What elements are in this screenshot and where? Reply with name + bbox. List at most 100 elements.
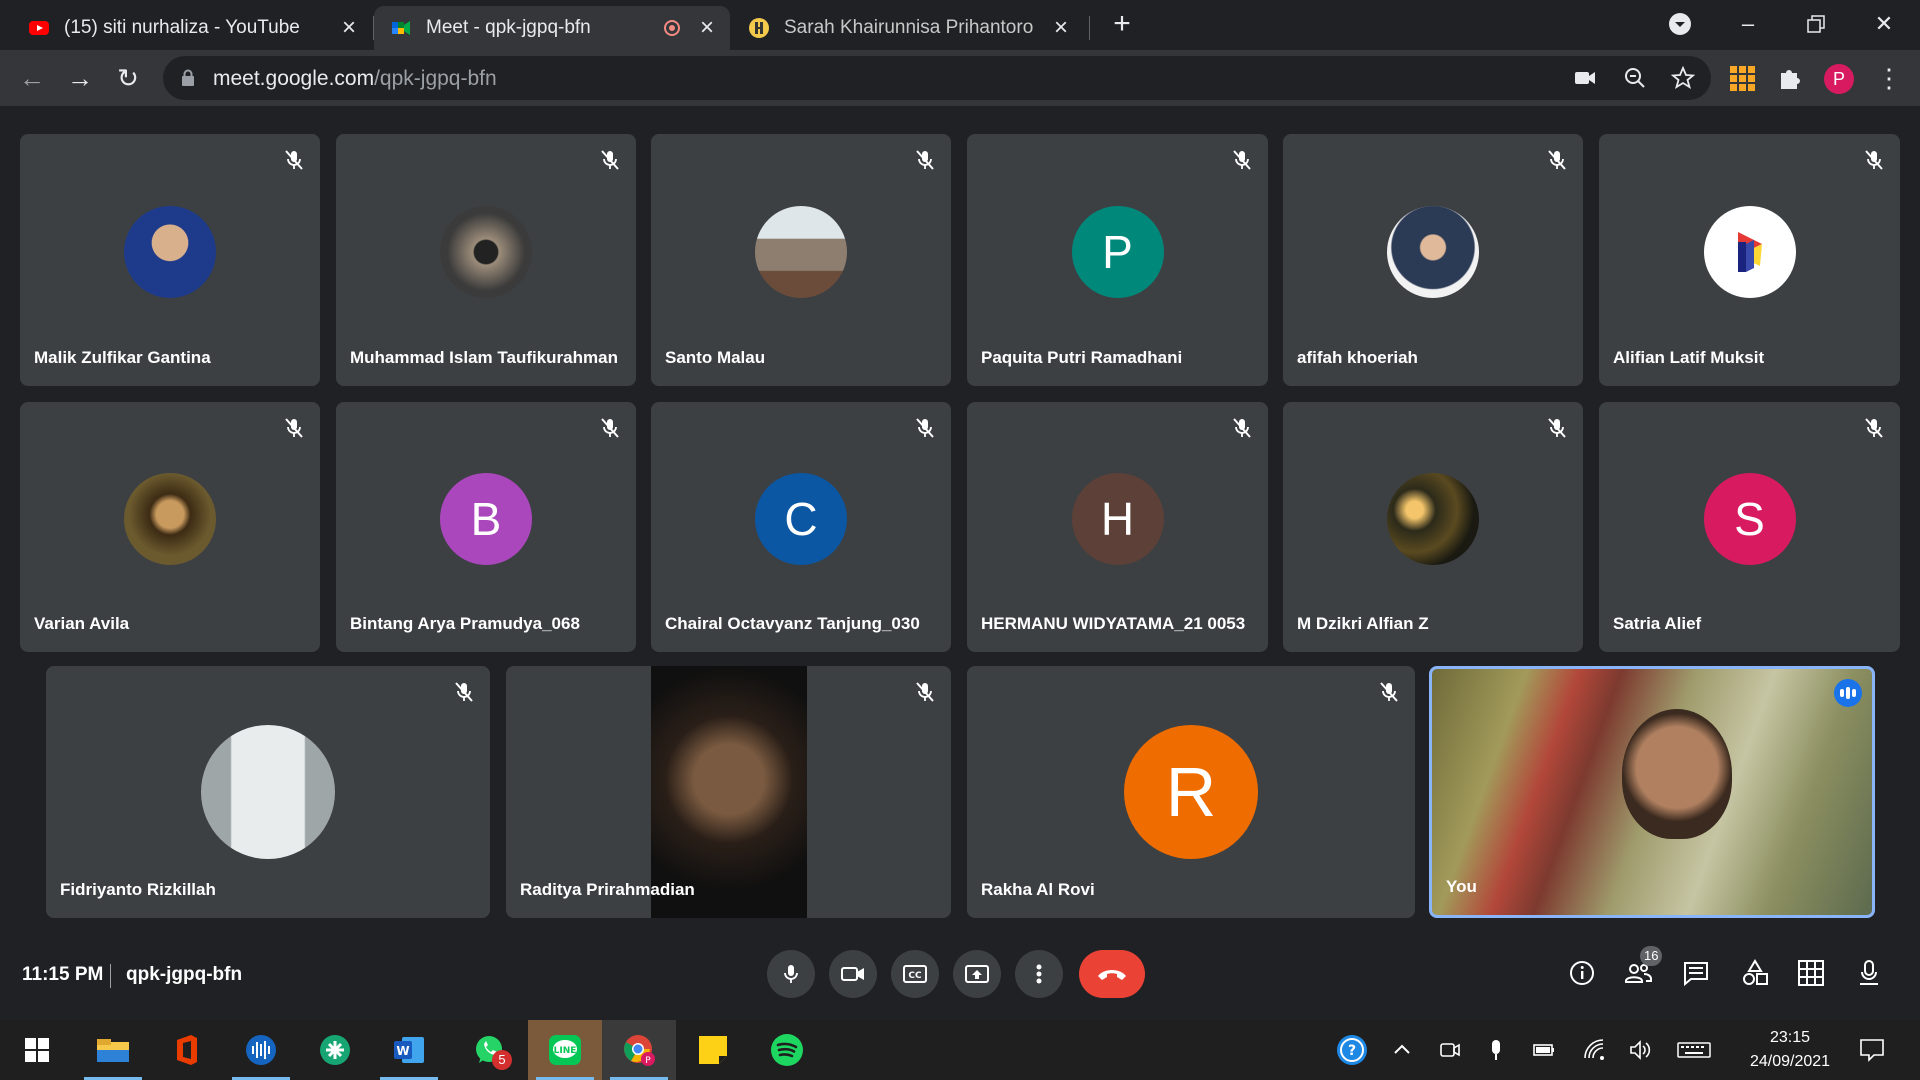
wifi-icon[interactable] bbox=[1582, 1038, 1606, 1062]
show-hidden-icons-chevron-icon[interactable] bbox=[1390, 1038, 1414, 1062]
file-explorer-icon bbox=[97, 1039, 129, 1062]
activities-icon[interactable] bbox=[1740, 958, 1770, 988]
participant-tile[interactable]: Varian Avila bbox=[20, 402, 320, 652]
url-host: meet.google.com bbox=[213, 67, 375, 90]
svg-text:CC: CC bbox=[908, 971, 922, 981]
participant-name: Rakha Al Rovi bbox=[981, 880, 1095, 899]
participant-name: Santo Malau bbox=[665, 348, 766, 367]
clock-time: 23:15 bbox=[1769, 1029, 1811, 1046]
restore-icon bbox=[1807, 15, 1825, 33]
camera-button[interactable] bbox=[829, 950, 877, 998]
tab-sarah[interactable]: Sarah Khairunnisa Prihantoro - Pi × bbox=[732, 6, 1084, 50]
participant-tile[interactable]: H HERMANU WIDYATAMA_21 0053 bbox=[967, 402, 1268, 652]
system-clock[interactable]: 23:15 24/09/2021 bbox=[1740, 1026, 1840, 1074]
mic-off-icon bbox=[455, 682, 473, 702]
word-icon: W bbox=[394, 1037, 424, 1063]
zoom-icon[interactable] bbox=[1623, 66, 1647, 90]
participant-count-badge: 16 bbox=[1640, 946, 1663, 966]
apps-grid-icon[interactable] bbox=[1728, 64, 1756, 92]
line-icon: LINE bbox=[549, 1035, 581, 1065]
back-button[interactable]: ← bbox=[16, 62, 48, 94]
participant-tile[interactable]: M Dzikri Alfian Z bbox=[1283, 402, 1583, 652]
recording-icon bbox=[664, 20, 680, 36]
participant-tile[interactable]: S Satria Alief bbox=[1599, 402, 1900, 652]
participant-tile[interactable]: Muhammad Islam Taufikurahman bbox=[336, 134, 636, 386]
participant-tile[interactable]: C Chairal Octavyanz Tanjung_030 bbox=[651, 402, 951, 652]
present-screen-button[interactable] bbox=[953, 950, 1001, 998]
more-vert-icon bbox=[1036, 964, 1042, 984]
whatsapp-unread-badge: 5 bbox=[492, 1050, 512, 1070]
participant-tile[interactable]: R Rakha Al Rovi bbox=[967, 666, 1415, 918]
microphone-button[interactable] bbox=[767, 950, 815, 998]
taskbar-office[interactable] bbox=[150, 1020, 224, 1080]
minimize-button[interactable]: – bbox=[1728, 6, 1768, 42]
green-app-icon bbox=[320, 1035, 350, 1065]
mic-off-icon bbox=[916, 682, 934, 702]
taskbar-sticky-notes[interactable] bbox=[676, 1020, 750, 1080]
extensions-puzzle-icon[interactable] bbox=[1776, 64, 1804, 92]
battery-icon[interactable] bbox=[1532, 1038, 1556, 1062]
meeting-info-icon[interactable] bbox=[1567, 958, 1597, 988]
new-tab-button[interactable]: + bbox=[1108, 9, 1136, 39]
taskbar-spotify[interactable] bbox=[750, 1020, 824, 1080]
close-tab-icon[interactable]: × bbox=[1050, 16, 1072, 40]
end-call-icon bbox=[1098, 970, 1126, 980]
address-bar[interactable]: meet.google.com/qpk-jgpq-bfn bbox=[163, 56, 1711, 100]
participant-avatar: H bbox=[1071, 473, 1164, 565]
restore-button[interactable] bbox=[1796, 6, 1836, 42]
close-tab-icon[interactable]: × bbox=[696, 16, 718, 40]
close-window-button[interactable]: ✕ bbox=[1864, 6, 1904, 42]
taskbar-word[interactable]: W bbox=[372, 1020, 446, 1080]
self-view-tile[interactable]: You bbox=[1429, 666, 1875, 918]
browser-tab-strip: (15) siti nurhaliza - YouTube × Meet - q… bbox=[0, 0, 1920, 50]
start-button[interactable] bbox=[0, 1020, 74, 1080]
self-video-face bbox=[1622, 709, 1732, 839]
tab-search-button[interactable] bbox=[1660, 6, 1700, 42]
participant-tile[interactable]: P Paquita Putri Ramadhani bbox=[967, 134, 1268, 386]
chat-icon[interactable] bbox=[1681, 958, 1711, 988]
volume-icon[interactable] bbox=[1628, 1038, 1652, 1062]
profile-avatar[interactable]: P bbox=[1824, 64, 1854, 94]
grid-view-icon[interactable] bbox=[1796, 958, 1826, 988]
taskbar-audio-app[interactable] bbox=[224, 1020, 298, 1080]
video-camera-icon bbox=[841, 967, 864, 981]
touch-keyboard-icon[interactable] bbox=[1676, 1038, 1712, 1062]
leave-call-button[interactable] bbox=[1079, 950, 1145, 998]
participant-tile[interactable]: B Bintang Arya Pramudya_068 bbox=[336, 402, 636, 652]
participant-tile[interactable]: Alifian Latif Muksit bbox=[1599, 134, 1900, 386]
forward-button[interactable]: → bbox=[64, 62, 96, 94]
more-options-button[interactable] bbox=[1015, 950, 1063, 998]
camera-in-use-icon[interactable] bbox=[1573, 66, 1597, 90]
svg-text:W: W bbox=[396, 1044, 409, 1058]
taskbar-chrome[interactable]: P bbox=[602, 1020, 676, 1080]
url-text: meet.google.com/qpk-jgpq-bfn bbox=[213, 67, 497, 91]
microphone-icon bbox=[784, 965, 798, 983]
participant-avatar: B bbox=[440, 473, 532, 565]
help-icon[interactable]: ? bbox=[1336, 1034, 1368, 1066]
participant-tile[interactable]: Raditya Prirahmadian bbox=[506, 666, 951, 918]
mic-off-icon bbox=[916, 150, 934, 170]
reload-button[interactable]: ↻ bbox=[112, 62, 144, 94]
mic-in-use-icon[interactable] bbox=[1484, 1038, 1508, 1062]
captions-button[interactable]: CC bbox=[891, 950, 939, 998]
participant-tile[interactable]: Malik Zulfikar Gantina bbox=[20, 134, 320, 386]
meet-now-icon[interactable] bbox=[1438, 1038, 1462, 1062]
participant-tile[interactable]: Fidriyanto Rizkillah bbox=[46, 666, 490, 918]
close-tab-icon[interactable]: × bbox=[338, 16, 360, 40]
taskbar-whatsapp[interactable]: 5 bbox=[452, 1020, 526, 1080]
youtube-icon bbox=[29, 21, 49, 35]
taskbar-line[interactable]: LINE bbox=[528, 1020, 602, 1080]
taskbar-file-explorer[interactable] bbox=[76, 1020, 150, 1080]
tab-youtube[interactable]: (15) siti nurhaliza - YouTube × bbox=[12, 6, 372, 50]
spotify-icon bbox=[771, 1034, 803, 1066]
notifications-icon[interactable] bbox=[1858, 1036, 1886, 1064]
taskbar-green-app[interactable] bbox=[298, 1020, 372, 1080]
host-controls-icon[interactable] bbox=[1854, 958, 1884, 988]
participant-avatar bbox=[440, 206, 532, 298]
bookmark-star-icon[interactable] bbox=[1671, 66, 1695, 90]
participant-name: Alifian Latif Muksit bbox=[1613, 348, 1765, 367]
participant-tile[interactable]: afifah khoeriah bbox=[1283, 134, 1583, 386]
participant-tile[interactable]: Santo Malau bbox=[651, 134, 951, 386]
browser-menu-icon[interactable]: ⋮ bbox=[1876, 62, 1902, 94]
tab-meet[interactable]: Meet - qpk-jgpq-bfn × bbox=[374, 6, 730, 50]
